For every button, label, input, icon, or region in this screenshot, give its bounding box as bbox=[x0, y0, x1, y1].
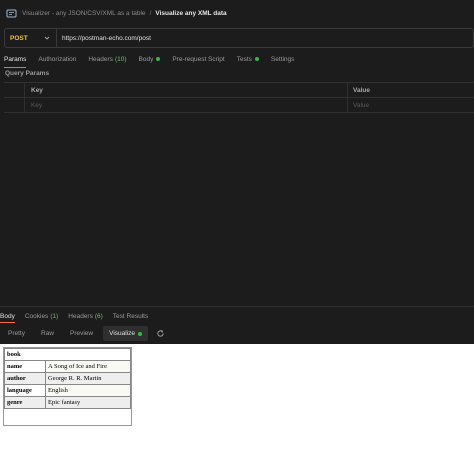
table-row: language English bbox=[4, 384, 131, 397]
view-raw-button[interactable]: Raw bbox=[35, 326, 60, 341]
table-row: Key Value bbox=[4, 98, 474, 113]
key-cell: author bbox=[4, 372, 46, 385]
tab-body[interactable]: Body bbox=[139, 52, 161, 66]
column-header-key: Key bbox=[25, 83, 348, 97]
request-title[interactable]: Visualize any XML data bbox=[155, 10, 226, 17]
status-dot-icon bbox=[254, 57, 259, 61]
visualization-output: book name A Song of Ice and Fire author … bbox=[0, 344, 474, 470]
query-params-table: Key Value Key Value bbox=[4, 82, 474, 113]
view-preview-button[interactable]: Preview bbox=[64, 326, 99, 341]
key-cell: genre bbox=[4, 396, 46, 409]
param-key-input[interactable]: Key bbox=[25, 98, 348, 112]
tab-label: Body bbox=[0, 312, 15, 320]
tab-headers[interactable]: Headers (10) bbox=[88, 52, 126, 66]
key-cell: name bbox=[4, 360, 46, 373]
response-view-modes: Pretty Raw Preview Visualize bbox=[0, 326, 474, 341]
tab-response-cookies[interactable]: Cookies (1) bbox=[25, 310, 58, 322]
table-row: author George R. R. Martin bbox=[4, 372, 131, 385]
url-input[interactable] bbox=[57, 29, 473, 47]
view-visualize-button[interactable]: Visualize bbox=[103, 326, 149, 341]
tab-count: (10) bbox=[114, 55, 127, 63]
tab-label: Headers bbox=[68, 312, 93, 320]
tab-params[interactable]: Params bbox=[4, 52, 27, 68]
request-icon bbox=[6, 8, 17, 19]
tab-response-headers[interactable]: Headers (6) bbox=[68, 310, 103, 322]
table-row: book bbox=[4, 348, 131, 361]
tab-label: Cookies bbox=[24, 312, 49, 320]
refresh-icon[interactable] bbox=[154, 328, 166, 340]
key-cell: language bbox=[4, 384, 46, 397]
view-pretty-button[interactable]: Pretty bbox=[2, 326, 31, 341]
breadcrumb: Visualizer - any JSON/CSV/XML as a table… bbox=[0, 0, 474, 27]
tab-label: Body bbox=[138, 55, 154, 63]
column-header-value: Value bbox=[353, 86, 370, 94]
header-check-cell bbox=[4, 83, 25, 97]
view-visualize-label: Visualize bbox=[109, 330, 136, 337]
response-tabs: Body Cookies (1) Headers (6) Test Result… bbox=[0, 310, 474, 323]
param-value-input[interactable]: Value bbox=[348, 98, 474, 112]
tab-count: (6) bbox=[94, 312, 103, 320]
tab-label: Tests bbox=[236, 55, 252, 63]
value-cell: Epic fantasy bbox=[45, 396, 131, 409]
xml-table: book name A Song of Ice and Fire author … bbox=[4, 348, 131, 409]
tab-test-results[interactable]: Test Results bbox=[113, 310, 148, 322]
tab-label: Pre-request Script bbox=[172, 55, 225, 63]
value-cell: George R. R. Martin bbox=[45, 372, 131, 385]
tab-label: Settings bbox=[270, 55, 295, 63]
query-params-title: Query Params bbox=[5, 70, 50, 77]
method-select[interactable]: POST bbox=[5, 29, 57, 47]
chevron-down-icon bbox=[44, 35, 50, 43]
tab-pre-request-script[interactable]: Pre-request Script bbox=[172, 52, 224, 66]
tab-settings[interactable]: Settings bbox=[271, 52, 295, 66]
breadcrumb-parent-link[interactable]: Visualizer - any JSON/CSV/XML as a table bbox=[22, 10, 146, 17]
request-tabs: Params Authorization Headers (10) Body P… bbox=[0, 52, 474, 68]
status-dot-icon bbox=[156, 57, 161, 61]
tab-authorization[interactable]: Authorization bbox=[38, 52, 76, 66]
tab-label: Headers bbox=[88, 55, 113, 63]
tab-label: Test Results bbox=[112, 312, 149, 320]
row-check-cell bbox=[4, 98, 25, 112]
tab-tests[interactable]: Tests bbox=[237, 52, 259, 66]
table-header-row: Key Value bbox=[4, 83, 474, 98]
value-cell: A Song of Ice and Fire bbox=[45, 360, 131, 373]
status-dot-icon bbox=[138, 331, 143, 336]
tab-count: (1) bbox=[50, 312, 59, 320]
method-label: POST bbox=[10, 34, 28, 42]
tab-label: Authorization bbox=[38, 55, 77, 63]
url-bar: POST bbox=[4, 28, 474, 48]
table-row: name A Song of Ice and Fire bbox=[4, 360, 131, 373]
root-element-cell: book bbox=[4, 348, 131, 361]
tab-label: Params bbox=[4, 55, 27, 63]
tab-response-body[interactable]: Body bbox=[0, 310, 15, 323]
table-row: genre Epic fantasy bbox=[4, 396, 131, 409]
pane-divider[interactable] bbox=[0, 306, 474, 307]
value-cell: English bbox=[45, 384, 131, 397]
breadcrumb-separator: / bbox=[149, 10, 152, 17]
